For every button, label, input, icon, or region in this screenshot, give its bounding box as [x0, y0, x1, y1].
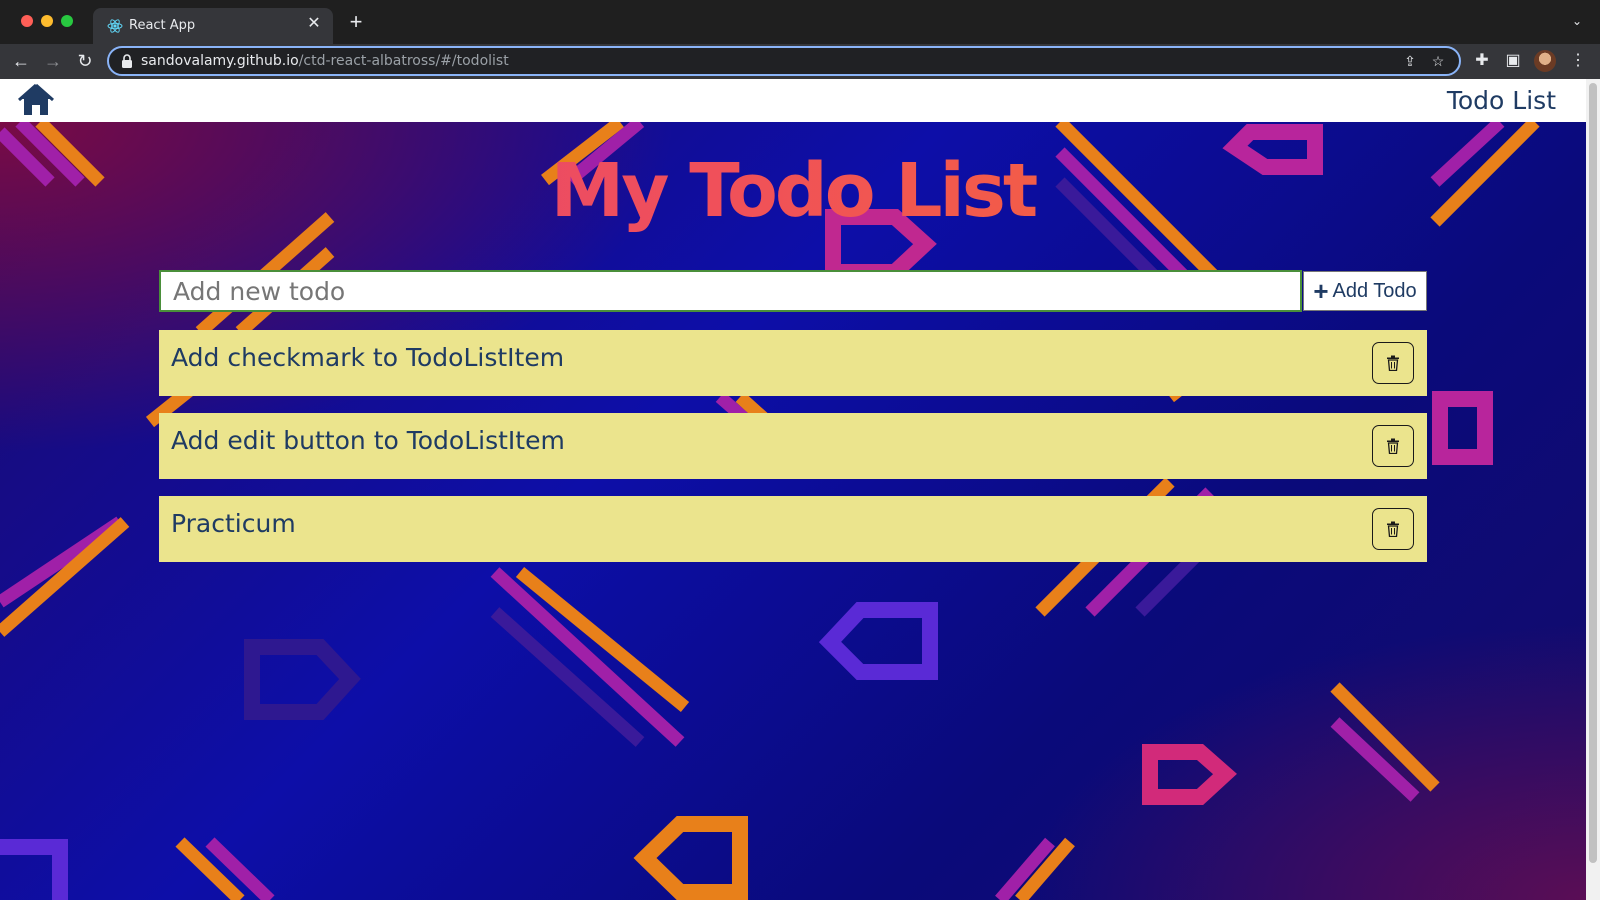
bookmark-star-icon[interactable]: ☆	[1429, 52, 1447, 70]
todo-list-item: Add edit button to TodoListItem	[159, 413, 1427, 479]
todo-list-nav-link[interactable]: Todo List	[1447, 86, 1556, 115]
scrollbar-thumb[interactable]	[1589, 83, 1597, 863]
trash-icon	[1387, 438, 1399, 454]
lock-icon	[122, 54, 132, 68]
new-tab-icon[interactable]: +	[346, 11, 366, 33]
more-menu-icon[interactable]: ⋮	[1568, 51, 1588, 71]
tab-close-icon[interactable]: ✕	[305, 15, 323, 33]
todo-list: Add checkmark to TodoListItem Add edit b…	[159, 330, 1427, 579]
top-navbar: Todo List	[0, 79, 1600, 122]
add-todo-button[interactable]: + Add Todo	[1303, 271, 1427, 311]
react-icon	[107, 19, 123, 33]
add-todo-button-label: Add Todo	[1332, 279, 1417, 302]
url-path: /ctd-react-albatross/#/todolist	[298, 53, 509, 69]
delete-todo-button[interactable]	[1372, 342, 1414, 384]
share-icon[interactable]: ⇪	[1401, 52, 1419, 70]
trash-icon	[1387, 355, 1399, 371]
todo-list-item: Practicum	[159, 496, 1427, 562]
page-scrollbar[interactable]	[1586, 79, 1600, 900]
url-text: sandovalamy.github.io/ctd-react-albatros…	[141, 53, 509, 69]
profile-avatar[interactable]	[1534, 50, 1556, 72]
forward-arrow-icon[interactable]: →	[41, 49, 65, 73]
browser-tab[interactable]: React App ✕	[93, 8, 333, 44]
back-arrow-icon[interactable]: ←	[9, 49, 33, 73]
reload-icon[interactable]: ↻	[73, 49, 97, 73]
hero-background: My Todo List + Add Todo Add checkmark to…	[0, 122, 1586, 900]
browser-chrome: React App ✕ + ⌄ ← → ↻ sandovalamy.github…	[0, 0, 1600, 79]
add-todo-input[interactable]	[159, 270, 1302, 312]
add-todo-form: + Add Todo	[159, 270, 1427, 312]
url-host: sandovalamy.github.io	[141, 53, 299, 69]
plus-icon: +	[1313, 276, 1329, 306]
page-title: My Todo List	[0, 148, 1586, 234]
minimize-window-button[interactable]	[41, 15, 53, 27]
tab-search-chevron-icon[interactable]: ⌄	[1572, 14, 1586, 28]
tab-bar: React App ✕ + ⌄	[0, 0, 1600, 44]
todo-item-text: Add edit button to TodoListItem	[171, 426, 565, 455]
delete-todo-button[interactable]	[1372, 425, 1414, 467]
todo-item-text: Add checkmark to TodoListItem	[171, 343, 565, 372]
web-page: Todo List My Todo List Add new todo + Ad…	[0, 79, 1600, 900]
browser-toolbar: ← → ↻ sandovalamy.github.io/ctd-react-al…	[0, 44, 1600, 79]
trash-icon	[1387, 521, 1399, 537]
tab-title: React App	[129, 18, 196, 33]
todo-item-text: Practicum	[171, 509, 296, 538]
close-window-button[interactable]	[21, 15, 33, 27]
todo-list-item: Add checkmark to TodoListItem	[159, 330, 1427, 396]
address-bar[interactable]: sandovalamy.github.io/ctd-react-albatros…	[107, 46, 1461, 76]
delete-todo-button[interactable]	[1372, 508, 1414, 550]
maximize-window-button[interactable]	[61, 15, 73, 27]
extensions-puzzle-icon[interactable]: ✚	[1472, 51, 1492, 71]
side-panel-icon[interactable]: ▣	[1503, 51, 1523, 71]
home-icon[interactable]	[18, 83, 54, 117]
